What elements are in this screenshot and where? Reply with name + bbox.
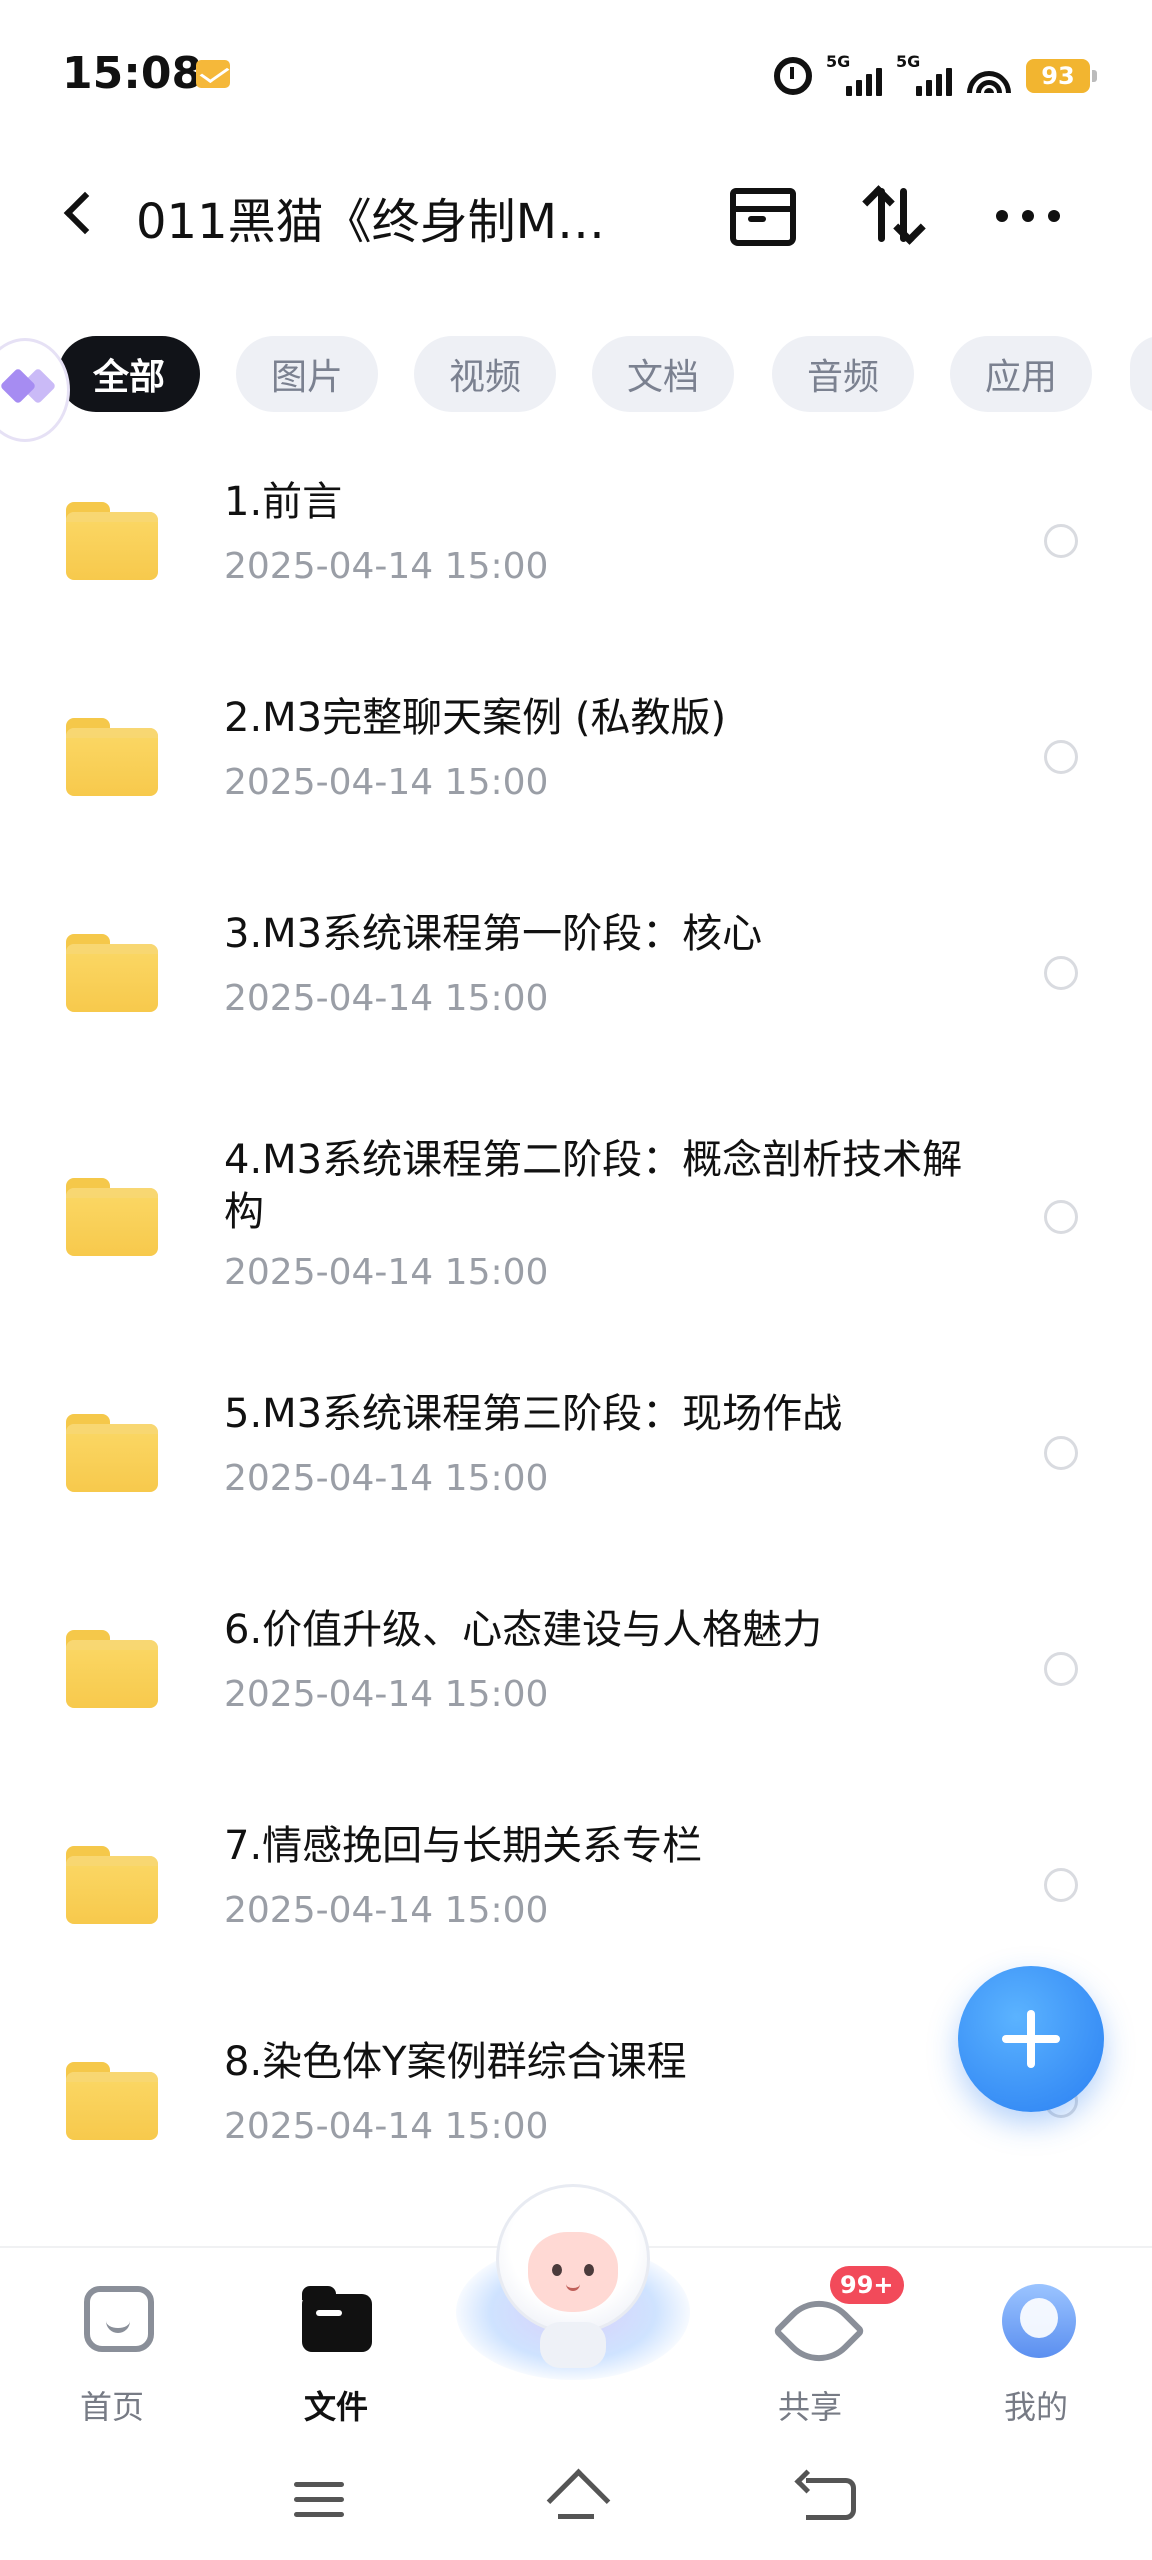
back-icon[interactable] bbox=[806, 2478, 856, 2520]
wifi-icon bbox=[966, 59, 1012, 93]
nav-label: 首页 bbox=[79, 2388, 144, 2426]
file-date: 2025-04-14 15:00 bbox=[224, 762, 549, 803]
file-name: 2.M3完整聊天案例 (私教版) bbox=[224, 695, 727, 741]
status-bar: 15:08 5G 5G 93 bbox=[0, 0, 1152, 150]
select-checkbox[interactable] bbox=[1044, 740, 1078, 774]
select-checkbox[interactable] bbox=[1044, 524, 1078, 558]
status-icons: 5G 5G 93 bbox=[774, 52, 1097, 96]
page-title: 011黑猫《终身制M… bbox=[136, 194, 606, 250]
nav-files[interactable]: 文件 bbox=[266, 2266, 406, 2426]
filter-audio[interactable]: 音频 bbox=[772, 336, 914, 412]
folder-icon bbox=[66, 1414, 158, 1492]
more-icon[interactable] bbox=[996, 184, 1060, 248]
file-date: 2025-04-14 15:00 bbox=[224, 1674, 549, 1715]
file-name: 8.染色体Y案例群综合课程 bbox=[224, 2039, 687, 2085]
file-date: 2025-04-14 15:00 bbox=[224, 2106, 549, 2147]
folder-icon bbox=[66, 1846, 158, 1924]
filter-videos[interactable]: 视频 bbox=[414, 336, 556, 412]
select-checkbox[interactable] bbox=[1044, 1200, 1078, 1234]
file-name: 6.价值升级、心态建设与人格魅力 bbox=[224, 1607, 823, 1653]
filter-tabs: 全部 图片 视频 文档 音频 应用 bbox=[0, 332, 1152, 418]
select-checkbox[interactable] bbox=[1044, 1868, 1078, 1902]
file-name: 5.M3系统课程第三阶段：现场作战 bbox=[224, 1391, 843, 1437]
nav-label: 我的 bbox=[1003, 2388, 1068, 2426]
back-icon[interactable] bbox=[60, 188, 100, 238]
folder-icon bbox=[66, 718, 158, 796]
status-time: 15:08 bbox=[62, 48, 203, 99]
mail-icon bbox=[196, 60, 230, 88]
signal-icon: 5G bbox=[826, 52, 882, 96]
folder-icon bbox=[66, 934, 158, 1012]
file-date: 2025-04-14 15:00 bbox=[224, 1252, 549, 1293]
file-name: 4.M3系统课程第二阶段：概念剖析技术解构 bbox=[224, 1137, 963, 1235]
add-button[interactable] bbox=[958, 1966, 1104, 2112]
nav-share[interactable]: 99+ 共享 bbox=[740, 2266, 904, 2426]
nav-home[interactable]: 首页 bbox=[42, 2266, 182, 2426]
file-date: 2025-04-14 15:00 bbox=[224, 1458, 549, 1499]
file-date: 2025-04-14 15:00 bbox=[224, 546, 549, 587]
nav-label: 共享 bbox=[777, 2388, 842, 2426]
filter-documents[interactable]: 文档 bbox=[592, 336, 734, 412]
system-nav-bar bbox=[0, 2436, 1152, 2560]
sort-icon[interactable] bbox=[862, 184, 926, 248]
select-checkbox[interactable] bbox=[1044, 1436, 1078, 1470]
folder-icon bbox=[66, 1630, 158, 1708]
alarm-icon bbox=[774, 57, 812, 95]
nav-label: 文件 bbox=[303, 2388, 368, 2426]
home-icon bbox=[84, 2286, 154, 2352]
header: 011黑猫《终身制M… bbox=[0, 160, 1152, 270]
assistant-mascot-button[interactable] bbox=[456, 2184, 690, 2380]
folder-icon bbox=[66, 1178, 158, 1256]
filter-all[interactable]: 全部 bbox=[58, 336, 200, 412]
file-date: 2025-04-14 15:00 bbox=[224, 978, 549, 1019]
folder-icon bbox=[66, 2062, 158, 2140]
select-checkbox[interactable] bbox=[1044, 1652, 1078, 1686]
archive-icon[interactable] bbox=[726, 184, 796, 248]
select-checkbox[interactable] bbox=[1044, 956, 1078, 990]
filter-apps[interactable]: 应用 bbox=[950, 336, 1092, 412]
file-date: 2025-04-14 15:00 bbox=[224, 1890, 549, 1931]
profile-icon bbox=[1002, 2284, 1076, 2358]
file-name: 7.情感挽回与长期关系专栏 bbox=[224, 1823, 703, 1869]
file-name: 3.M3系统课程第一阶段：核心 bbox=[224, 911, 763, 957]
home-icon[interactable] bbox=[546, 2474, 606, 2522]
folder-icon bbox=[66, 502, 158, 580]
folder-icon bbox=[302, 2286, 372, 2352]
filter-images[interactable]: 图片 bbox=[236, 336, 378, 412]
signal-icon: 5G bbox=[896, 52, 952, 96]
notification-badge: 99+ bbox=[830, 2266, 904, 2304]
battery-icon: 93 bbox=[1026, 59, 1097, 93]
nav-profile[interactable]: 我的 bbox=[966, 2266, 1106, 2426]
filter-more[interactable] bbox=[1130, 336, 1152, 412]
menu-icon[interactable] bbox=[294, 2482, 344, 2518]
file-name: 1.前言 bbox=[224, 479, 343, 525]
